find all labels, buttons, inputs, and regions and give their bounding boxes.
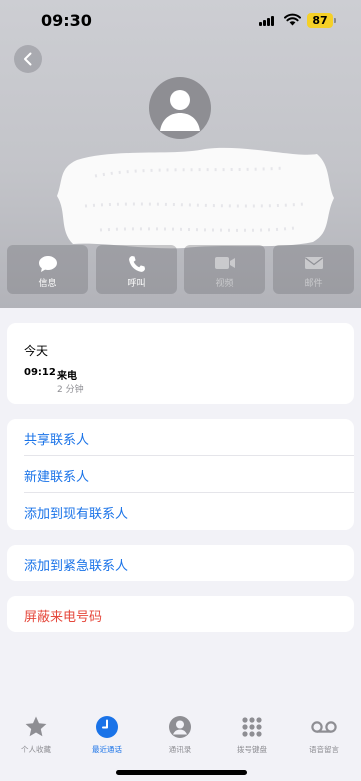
tab-favorites-label: 个人收藏 [21,745,51,754]
emergency-contact-card: 添加到紧急联系人 [7,545,354,581]
contact-header: 09:30 87 信息 呼叫 视频 邮件 [0,0,361,308]
status-bar: 09:30 87 [0,0,361,44]
block-caller-link[interactable]: 屏蔽来电号码 [24,606,102,625]
keypad-icon [242,717,262,737]
add-to-emergency-contact-link[interactable]: 添加到紧急联系人 [24,555,128,574]
battery-tip [334,18,336,23]
video-button[interactable]: 视频 [184,245,265,294]
call-duration: 2 分钟 [57,385,84,395]
tab-voicemail[interactable]: 语音留言 [294,714,354,755]
tab-keypad[interactable]: 拨号键盘 [222,714,282,755]
divider [24,455,354,456]
clock-icon [96,716,118,738]
battery-indicator: 87 [307,13,333,28]
share-contact-link[interactable]: 共享联系人 [24,429,89,448]
divider [24,492,354,493]
tab-favorites[interactable]: 个人收藏 [6,714,66,755]
home-indicator [116,770,247,775]
call-button-label: 呼叫 [127,279,146,289]
message-button[interactable]: 信息 [7,245,88,294]
block-caller-card: 屏蔽来电号码 [7,596,354,632]
video-camera-icon [214,257,235,269]
tab-contacts[interactable]: 通讯录 [150,714,210,755]
tab-recents-label: 最近通话 [92,745,122,754]
call-type: 来电 [57,371,77,382]
tab-recents[interactable]: 最近通话 [77,714,137,755]
redacted-contact-name [57,147,334,249]
mail-button[interactable]: 邮件 [273,245,354,294]
new-contact-link[interactable]: 新建联系人 [24,466,89,485]
back-button[interactable] [14,45,42,73]
call-day-heading: 今天 [24,344,49,358]
recent-calls-card: 今天 09:12 来电 2 分钟 [7,323,354,404]
contact-options-card: 共享联系人 新建联系人 添加到现有联系人 [7,419,354,530]
quick-actions: 信息 呼叫 视频 邮件 [7,245,354,295]
person-silhouette-icon [160,90,200,131]
tab-keypad-label: 拨号键盘 [237,745,267,754]
star-icon [25,716,47,737]
add-to-existing-contact-link[interactable]: 添加到现有联系人 [24,503,128,522]
tab-voicemail-label: 语音留言 [309,745,339,754]
call-button[interactable]: 呼叫 [96,245,177,294]
tab-contacts-label: 通讯录 [168,745,192,754]
phone-icon [128,256,145,272]
voicemail-icon [311,721,337,733]
status-time: 09:30 [41,11,92,30]
contact-avatar [149,77,211,139]
cellular-signal-icon [259,16,276,26]
message-button-label: 信息 [38,279,57,289]
video-button-label: 视频 [215,279,234,289]
chevron-left-icon [24,52,32,66]
message-bubble-icon [38,256,57,272]
wifi-icon [284,13,301,26]
call-time: 09:12 [24,367,56,378]
mail-button-label: 邮件 [304,279,323,289]
envelope-icon [304,257,323,269]
person-circle-icon [169,716,191,738]
